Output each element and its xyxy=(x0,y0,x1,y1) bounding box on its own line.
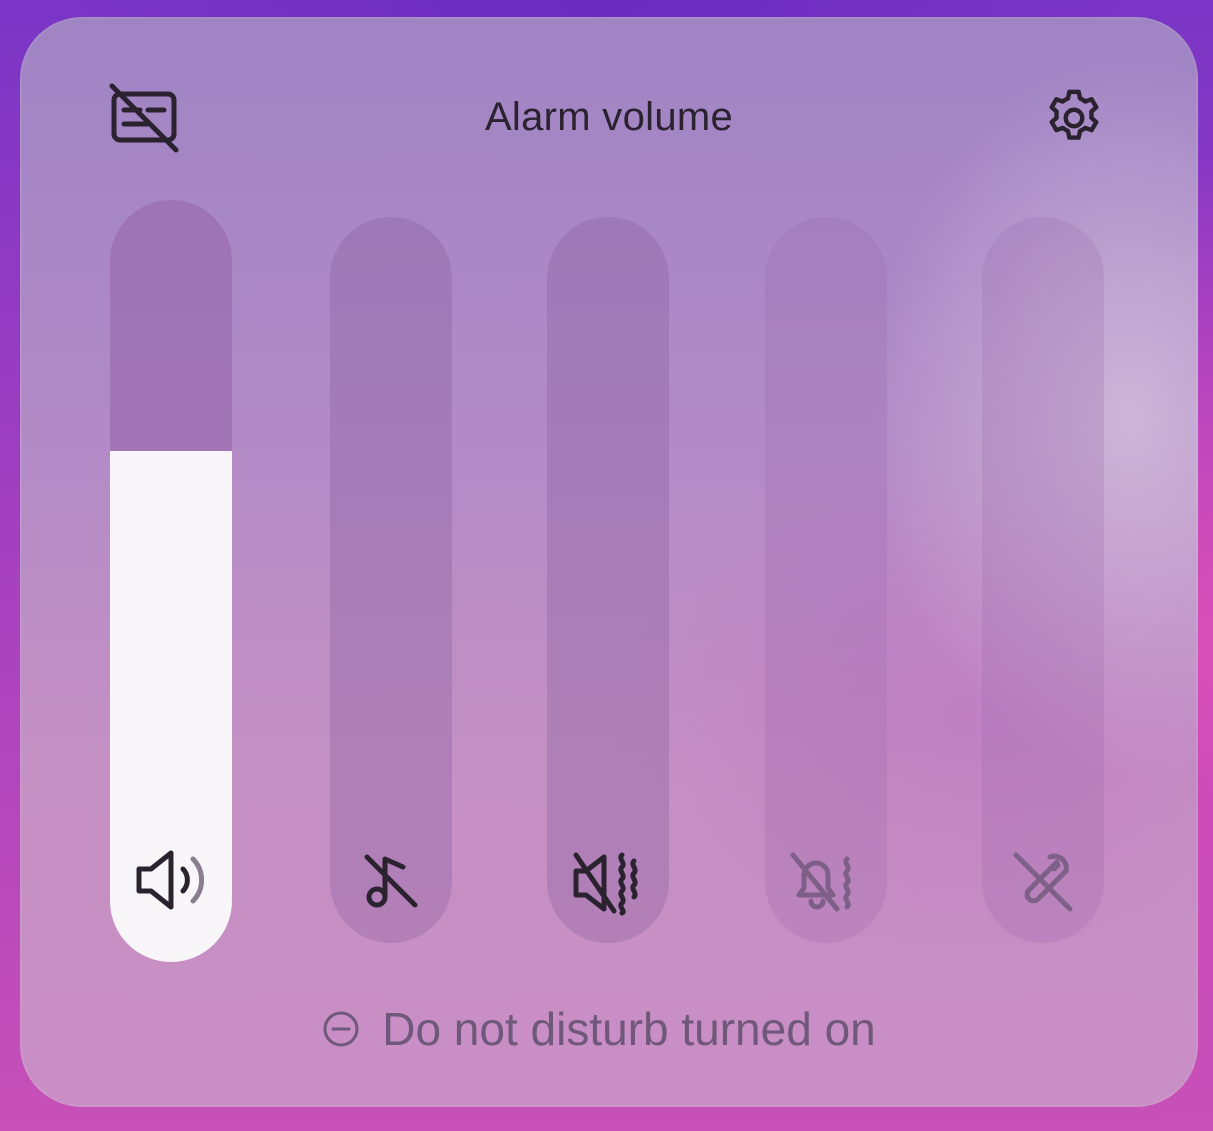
notification-volume-slider[interactable] xyxy=(765,217,887,943)
bell-off-vibrate-icon xyxy=(765,849,887,917)
minus-circle-icon xyxy=(322,1010,360,1048)
music-off-icon xyxy=(330,849,452,913)
ring-volume-slider[interactable] xyxy=(547,217,669,943)
dnd-status: Do not disturb turned on xyxy=(20,1002,1198,1056)
speaker-volume-icon xyxy=(110,845,232,915)
tools-off-icon xyxy=(982,849,1104,915)
dnd-text: Do not disturb turned on xyxy=(382,1003,876,1055)
speaker-mute-vibrate-icon xyxy=(547,849,669,917)
gear-icon[interactable] xyxy=(1036,80,1112,156)
volume-panel: Alarm volume Do not disturb turned on xyxy=(20,17,1198,1107)
music-volume-slider[interactable] xyxy=(330,217,452,943)
caption-off-icon[interactable] xyxy=(106,80,182,156)
system-volume-slider[interactable] xyxy=(982,217,1104,943)
panel-title: Alarm volume xyxy=(484,95,734,139)
media-volume-slider[interactable] xyxy=(110,200,232,962)
